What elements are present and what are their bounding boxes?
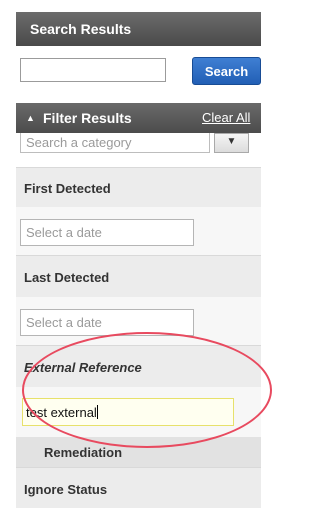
filter-results-bar[interactable]: ▲ Filter Results Clear All — [16, 103, 261, 133]
chevron-down-icon: ▼ — [226, 136, 237, 147]
search-button[interactable]: Search — [192, 57, 261, 85]
collapse-triangle-icon[interactable]: ▲ — [26, 113, 35, 123]
first-detected-date-input[interactable]: Select a date — [20, 219, 194, 246]
external-reference-input[interactable]: test external — [22, 398, 234, 426]
search-input[interactable] — [20, 58, 166, 82]
last-detected-placeholder: Select a date — [26, 315, 102, 330]
last-detected-section[interactable]: Last Detected — [16, 255, 261, 297]
last-detected-body: Select a date — [16, 297, 261, 345]
text-caret — [96, 405, 98, 419]
external-reference-label: External Reference — [24, 360, 142, 375]
search-panel: Search Results Search ▲ Filter Results C… — [16, 0, 272, 508]
category-placeholder: Search a category — [26, 135, 132, 150]
last-detected-label: Last Detected — [24, 270, 110, 285]
first-detected-section[interactable]: First Detected — [16, 167, 261, 207]
last-detected-date-input[interactable]: Select a date — [20, 309, 194, 336]
first-detected-label: First Detected — [24, 181, 111, 196]
category-dropdown-button[interactable]: ▼ — [214, 133, 249, 153]
ignore-status-label: Ignore Status — [24, 482, 108, 497]
search-results-header: Search Results — [16, 12, 261, 46]
ignore-status-section[interactable]: Ignore Status — [16, 467, 261, 508]
filter-results-title: Filter Results — [43, 110, 132, 126]
first-detected-placeholder: Select a date — [26, 225, 102, 240]
first-detected-body: Select a date — [16, 207, 261, 255]
external-reference-section[interactable]: External Reference — [16, 345, 261, 387]
clear-all-link[interactable]: Clear All — [202, 110, 250, 125]
remediation-label: Remediation — [44, 445, 123, 460]
external-reference-value: test external — [26, 405, 97, 420]
header-title: Search Results — [30, 21, 132, 37]
remediation-section[interactable]: Remediation — [16, 437, 261, 467]
category-search-input[interactable]: Search a category — [20, 133, 210, 153]
search-button-label: Search — [204, 64, 249, 79]
